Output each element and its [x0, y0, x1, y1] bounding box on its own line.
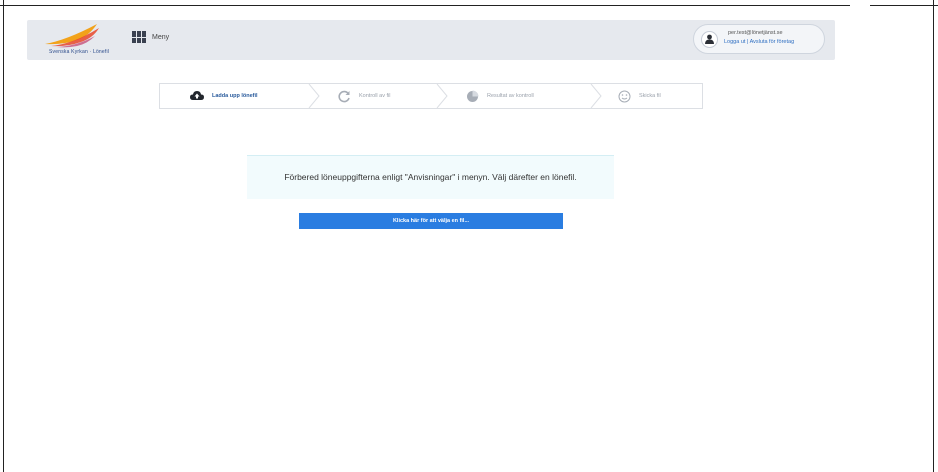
choose-file-button[interactable]: Klicka här för att välja en fil...	[299, 213, 563, 229]
step-separator-chevron-icon	[590, 84, 602, 108]
progress-stepper: Ladda upp lönefil Kontroll av fil Result…	[159, 83, 703, 109]
step-label: Skicka fil	[639, 93, 661, 99]
step-check[interactable]: Kontroll av fil	[338, 84, 391, 108]
instruction-text: Förbered löneuppgifterna enligt "Anvisni…	[284, 172, 577, 182]
logo-text: Svenska Kyrkan · Lönefil	[49, 49, 110, 55]
top-navigation-bar: Svenska Kyrkan · Lönefil Meny per.test@l…	[27, 20, 835, 60]
logo[interactable]: Svenska Kyrkan · Lönefil	[37, 22, 117, 58]
frame-right-border	[933, 0, 934, 472]
user-links[interactable]: Logga ut | Avsluta för företag	[724, 39, 794, 45]
user-name: per.test@lönetjänst.se	[728, 30, 783, 36]
user-avatar	[701, 31, 718, 48]
step-separator-chevron-icon	[436, 84, 448, 108]
grid-menu-icon	[132, 31, 146, 43]
cloud-upload-icon	[190, 91, 204, 100]
logo-bird-icon	[45, 24, 99, 48]
menu-label: Meny	[152, 33, 170, 41]
user-account-pill[interactable]: per.test@lönetjänst.se Logga ut | Avslut…	[693, 24, 825, 54]
frame-left-border	[3, 0, 4, 472]
step-label: Resultat av kontroll	[487, 93, 534, 99]
choose-file-label: Klicka här för att välja en fil...	[392, 218, 470, 224]
menu-button[interactable]: Meny	[132, 31, 169, 43]
frame-top-rule-right	[870, 5, 938, 6]
frame-top-rule	[0, 5, 850, 6]
step-upload[interactable]: Ladda upp lönefil	[190, 84, 258, 108]
step-separator-chevron-icon	[308, 84, 320, 108]
refresh-icon	[338, 90, 350, 102]
smiley-icon	[618, 90, 631, 102]
step-send[interactable]: Skicka fil	[618, 84, 661, 108]
user-icon	[705, 34, 714, 44]
pie-chart-icon	[467, 90, 479, 102]
instruction-message: Förbered löneuppgifterna enligt "Anvisni…	[247, 155, 614, 199]
step-label: Kontroll av fil	[359, 93, 391, 99]
step-result[interactable]: Resultat av kontroll	[466, 84, 534, 108]
step-label: Ladda upp lönefil	[212, 93, 258, 99]
